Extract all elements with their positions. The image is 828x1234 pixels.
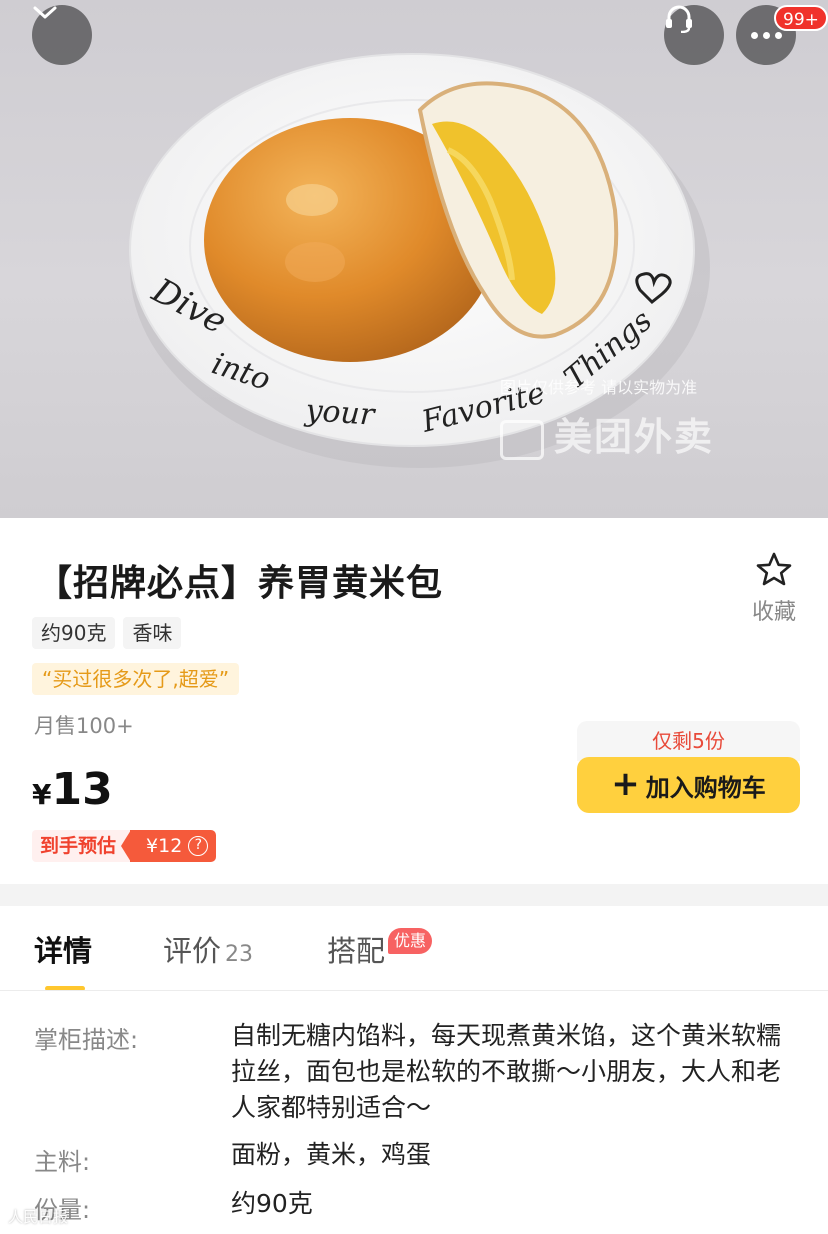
favorite-button[interactable]: 收藏 [744,552,804,626]
collapse-button[interactable] [32,5,92,65]
brand-watermark-text: 美团外卖 [554,415,715,459]
more-dots-icon [750,31,782,39]
spec-tags: 约90克 香味 [32,617,182,649]
chevron-down-icon [33,6,57,19]
detail-label-ingredients: 主料: [34,1148,91,1176]
product-title: 【招牌必点】养胃黄米包 [36,563,444,604]
price: ¥13 [32,764,113,815]
tab-review[interactable]: 评价 23 [163,928,253,970]
combo-discount-badge: 优惠 [388,928,433,954]
detail-value-ingredients: 面粉，黄米，鸡蛋 [231,1140,432,1169]
notification-badge: 99+ [774,5,828,31]
add-to-cart-label: 加入购物车 [645,773,766,802]
source-watermark: 人民日报 [8,1208,69,1226]
plus-icon: + [611,763,640,804]
star-icon [756,552,792,586]
spec-tag-weight: 约90克 [32,617,116,649]
customer-service-icon [666,5,692,33]
price-currency: ¥ [32,778,52,811]
customer-service-button[interactable] [664,5,724,65]
image-disclaimer-watermark: 图片仅供参考 请以实物为准 [500,378,698,397]
tab-combo[interactable]: 搭配 [327,928,385,970]
detail-value-portion: 约90克 [231,1189,313,1218]
brand-watermark: 美团外卖 [500,406,714,461]
favorite-label: 收藏 [751,600,796,625]
tab-divider [0,990,828,991]
help-icon[interactable]: ? [188,836,209,856]
brand-logo-icon [500,419,544,460]
section-divider [0,884,828,906]
add-to-cart-button[interactable]: + 加入购物车 [577,757,800,813]
estimated-price-value: ¥12 [146,835,183,857]
estimated-price: ¥12 ? [120,830,217,862]
svg-text:your: your [302,393,377,433]
stock-notice: 仅剩5份 [577,721,800,761]
tab-detail[interactable]: 详情 [34,928,92,970]
spec-tag-flavor: 香味 [123,617,182,649]
product-image[interactable]: Dive into your Favorite Things 图片仅供参考 请以… [0,0,828,518]
estimated-price-label: 到手预估 [32,830,131,862]
price-value: 13 [51,764,113,815]
monthly-sales: 月售100+ [34,714,134,738]
detail-value-description: 自制无糖内馅料，每天现煮黄米馅，这个黄米软糯拉丝，面包也是松软的不敢撕～小朋友，… [231,1021,782,1122]
review-quote-tag: “买过很多次了,超爱” [32,663,240,695]
tab-review-label: 评价 [163,934,222,968]
estimated-price-badge[interactable]: 到手预估 ¥12 ? [32,830,217,862]
detail-label-description: 掌柜描述: [34,1026,139,1054]
review-count: 23 [225,942,254,967]
